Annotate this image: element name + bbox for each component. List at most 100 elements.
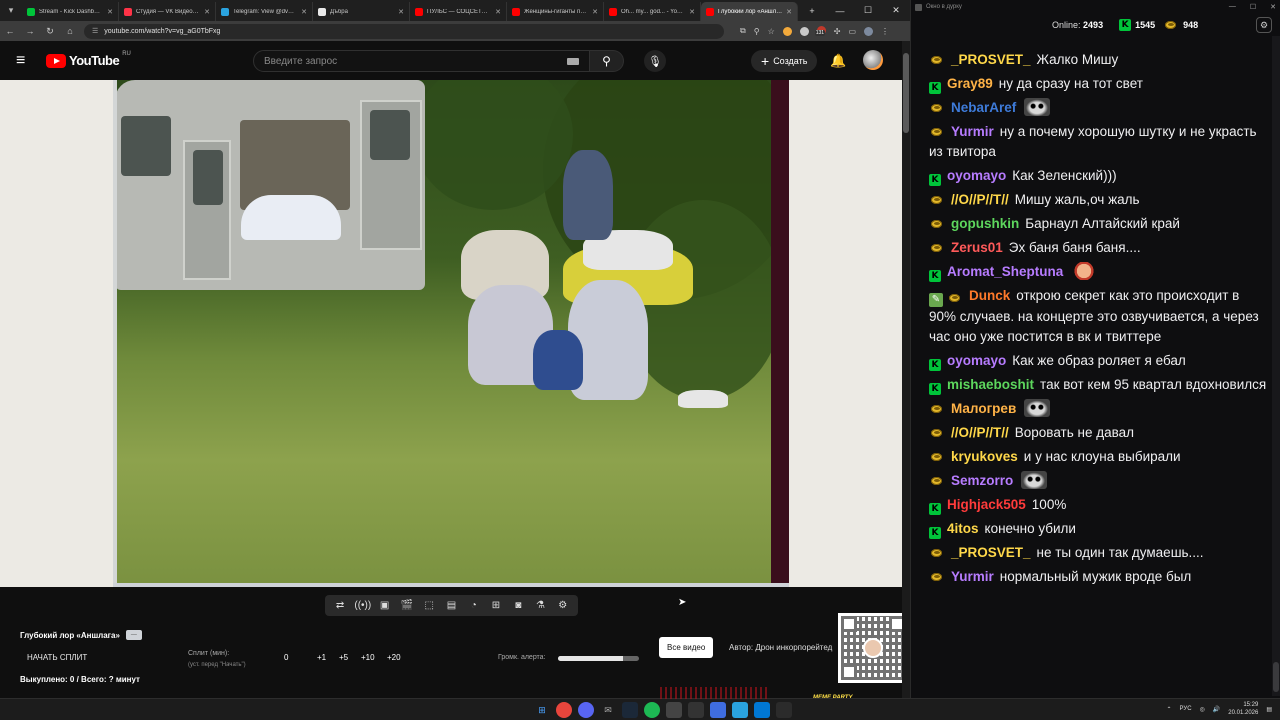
chat-settings-gear-icon[interactable]: ⚙: [1256, 17, 1272, 33]
chat-username[interactable]: //O//P//T//: [951, 425, 1009, 440]
chat-username[interactable]: gopushkin: [951, 216, 1019, 231]
mail-icon[interactable]: ✉: [600, 702, 616, 718]
split-plus-20-button[interactable]: +20: [387, 653, 401, 662]
tab-close-icon[interactable]: ✕: [301, 8, 307, 16]
start-windows-icon[interactable]: ⊞: [534, 702, 550, 718]
app-icon-2[interactable]: [710, 702, 726, 718]
chrome-icon[interactable]: [556, 702, 572, 718]
video-frame[interactable]: [113, 80, 789, 587]
camera-icon[interactable]: ◙: [510, 600, 526, 611]
language-indicator[interactable]: РУС: [1180, 706, 1192, 712]
frame-icon[interactable]: ⬚: [421, 600, 437, 611]
split-plus-10-button[interactable]: +10: [361, 653, 375, 662]
page-scrollbar[interactable]: [902, 41, 910, 698]
grid-icon[interactable]: ▤: [443, 600, 459, 611]
chat-username[interactable]: kryukoves: [951, 449, 1018, 464]
browser-tab[interactable]: Stream - Kick Dashboard ✕: [22, 2, 119, 21]
chat-username[interactable]: Dunck: [969, 288, 1010, 303]
avatar[interactable]: [863, 50, 883, 70]
search-input[interactable]: Введите запрос: [253, 50, 590, 72]
keyboard-icon[interactable]: [567, 57, 579, 65]
obs-icon[interactable]: [666, 702, 682, 718]
app-icon-3[interactable]: [754, 702, 770, 718]
split-plus-5-button[interactable]: +5: [339, 653, 348, 662]
steam-icon[interactable]: [622, 702, 638, 718]
split-plus-1-button[interactable]: +1: [317, 653, 326, 662]
app-icon-4[interactable]: [776, 702, 792, 718]
chat-username[interactable]: mishaeboshit: [947, 377, 1034, 392]
browser-tab[interactable]: Дъбра ✕: [313, 2, 410, 21]
menu-burger-icon[interactable]: ≡: [16, 52, 40, 70]
telegram-icon[interactable]: [732, 702, 748, 718]
voice-search-button[interactable]: 🎙: [644, 50, 666, 72]
browser-tab[interactable]: Глубокий лор «Аншлага» ✕: [701, 2, 798, 21]
chat-username[interactable]: _PROSVET_: [951, 545, 1031, 560]
browser-tab[interactable]: Oh... my... god... - YouTube ✕: [604, 2, 701, 21]
chat-maximize-icon[interactable]: ☐: [1250, 3, 1256, 11]
chat-username[interactable]: oyomayo: [947, 168, 1006, 183]
chat-username[interactable]: Zerus01: [951, 240, 1003, 255]
chat-username[interactable]: _PROSVET_: [951, 52, 1031, 67]
network-icon[interactable]: ◎: [1200, 706, 1205, 713]
tab-close-icon[interactable]: ✕: [204, 8, 210, 16]
tab-search-icon[interactable]: ▾: [0, 0, 22, 21]
tray-chevron-icon[interactable]: ⌃: [1167, 706, 1172, 713]
split-value[interactable]: 0: [284, 653, 288, 662]
clapperboard-icon[interactable]: 🎬: [399, 600, 415, 611]
chat-scrollbar-thumb[interactable]: [1273, 662, 1279, 692]
browser-tab[interactable]: Женщины-гиганты пугают ✕: [507, 2, 604, 21]
install-icon[interactable]: ⧉: [740, 26, 746, 36]
chat-username[interactable]: 4itos: [947, 521, 979, 536]
chat-minimize-icon[interactable]: —: [1229, 3, 1236, 11]
all-videos-button[interactable]: Все видео: [659, 637, 714, 658]
chat-username[interactable]: Yurmir: [951, 124, 994, 139]
youtube-logo[interactable]: YouTube RU: [46, 51, 131, 68]
notifications-bell-icon[interactable]: 🔔: [830, 53, 846, 69]
video-settings-icon[interactable]: ▣: [377, 600, 393, 611]
chat-username[interactable]: Semzorro: [951, 473, 1013, 488]
tab-close-icon[interactable]: ✕: [786, 8, 792, 16]
browser-tab[interactable]: Telegram: View @dvach ✕: [216, 2, 313, 21]
maximize-icon[interactable]: ☐: [854, 5, 882, 16]
url-field[interactable]: ☰ youtube.com/watch?v=vg_aG0TbFxg: [84, 23, 724, 39]
extension-grey-icon[interactable]: [799, 26, 809, 36]
tab-close-icon[interactable]: ✕: [398, 8, 404, 16]
speedometer-icon[interactable]: ◔: [466, 600, 482, 611]
zoom-icon[interactable]: ⚲: [754, 27, 760, 36]
tab-close-icon[interactable]: ✕: [689, 8, 695, 16]
app-icon-1[interactable]: [688, 702, 704, 718]
chat-username[interactable]: Yurmir: [951, 569, 994, 584]
chat-scrollbar[interactable]: [1272, 36, 1280, 696]
menu-kebab-icon[interactable]: ⋮: [881, 27, 889, 36]
browser-tab[interactable]: ПУЛЬС — СОЦСЕТЬ ДЛЯ✕: [410, 2, 507, 21]
create-button[interactable]: + Создать: [751, 50, 818, 72]
tab-close-icon[interactable]: ✕: [107, 8, 113, 16]
volume-icon[interactable]: 🔊: [1213, 706, 1220, 713]
extensions-puzzle-icon[interactable]: ✣: [834, 27, 841, 36]
browser-tab[interactable]: Студия — VK Видео Live ✕: [119, 2, 216, 21]
cast-icon[interactable]: ▭: [848, 27, 856, 36]
clock[interactable]: 15:29 20.01.2026: [1228, 701, 1258, 717]
back-icon[interactable]: ←: [4, 26, 16, 36]
minimize-icon[interactable]: —: [826, 6, 854, 16]
chat-username[interactable]: NebarAref: [951, 100, 1016, 115]
notifications-icon[interactable]: ▤: [1266, 706, 1272, 713]
extension-badge-icon[interactable]: 131: [814, 22, 826, 40]
new-tab-icon[interactable]: +: [798, 6, 826, 16]
page-scrollbar-thumb[interactable]: [903, 53, 909, 133]
reload-icon[interactable]: ↻: [44, 26, 56, 37]
site-info-icon[interactable]: ☰: [92, 27, 98, 35]
chat-username[interactable]: //O//P//T//: [951, 192, 1009, 207]
chat-username[interactable]: Gray89: [947, 76, 993, 91]
search-button[interactable]: ⚲: [590, 50, 624, 72]
chat-username[interactable]: Highjack505: [947, 497, 1026, 512]
home-icon[interactable]: ⌂: [64, 26, 76, 36]
chat-username[interactable]: oyomayo: [947, 353, 1006, 368]
extension-orange-icon[interactable]: [782, 26, 792, 36]
tab-close-icon[interactable]: ✕: [592, 8, 598, 16]
flask-icon[interactable]: ⚗: [533, 600, 549, 611]
chat-close-icon[interactable]: ✕: [1270, 3, 1276, 11]
profile-icon[interactable]: [864, 26, 874, 36]
chat-username[interactable]: Малогрев: [951, 401, 1016, 416]
discord-icon[interactable]: [578, 702, 594, 718]
